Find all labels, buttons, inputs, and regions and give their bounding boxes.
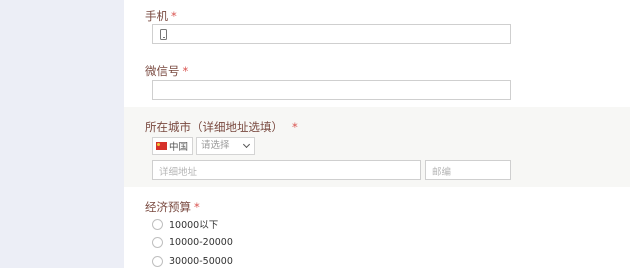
china-flag-icon [156, 142, 167, 150]
radio-button[interactable] [152, 256, 163, 267]
phone-field-group: 手机 * [124, 0, 630, 58]
wechat-input[interactable] [152, 80, 511, 100]
budget-option[interactable]: 10000以下 [152, 217, 218, 231]
budget-option-label: 10000-20000 [169, 237, 233, 248]
country-value: 中国 [169, 142, 189, 153]
page-background-left [0, 0, 124, 268]
budget-option-label: 30000-50000 [169, 256, 233, 267]
mobile-phone-icon [160, 29, 167, 40]
budget-option[interactable]: 10000-20000 [152, 237, 233, 248]
address-input[interactable]: 详细地址 [152, 160, 421, 180]
radio-button[interactable] [152, 218, 163, 230]
required-mark: * [171, 9, 177, 23]
wechat-field-group: 微信号 * [124, 58, 630, 107]
budget-label: 经济预算 * [145, 199, 200, 215]
phone-label: 手机 * [145, 8, 177, 24]
address-placeholder: 详细地址 [159, 167, 198, 178]
zip-input[interactable]: 邮编 [425, 160, 511, 180]
region-placeholder: 请选择 [201, 140, 230, 151]
region-select[interactable]: 请选择 [196, 137, 255, 155]
wechat-label: 微信号 * [145, 63, 188, 79]
city-label-text: 所在城市（详细地址选填） [145, 120, 283, 134]
phone-label-text: 手机 [145, 9, 168, 23]
required-mark: * [182, 64, 189, 78]
city-field-group: 所在城市（详细地址选填） * 中国 请选择 详细地址 邮编 [124, 107, 630, 187]
country-select[interactable]: 中国 [152, 137, 193, 155]
city-label: 所在城市（详细地址选填） * [145, 119, 298, 135]
budget-field-group: 经济预算 * 10000以下 10000-20000 30000-50000 [124, 187, 630, 268]
required-mark: * [194, 200, 200, 214]
wechat-label-text: 微信号 [145, 64, 180, 78]
form-card: 手机* 微信号* 所在城市（详细地址选填）* 中国 请选择 详细地址 邮编 [124, 0, 630, 268]
phone-input[interactable] [152, 24, 511, 44]
required-mark: * [292, 120, 298, 134]
radio-button[interactable] [152, 237, 163, 248]
budget-option-label: 10000以下 [169, 220, 219, 231]
chevron-down-icon [242, 140, 251, 149]
budget-label-text: 经济预算 [145, 200, 191, 214]
budget-option[interactable]: 30000-50000 [152, 256, 233, 267]
zip-placeholder: 邮编 [432, 167, 452, 178]
